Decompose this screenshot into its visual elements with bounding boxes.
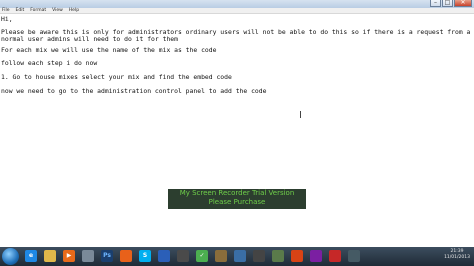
text-cursor [300, 111, 303, 118]
text-line: For each mix we will use the name of the… [1, 46, 217, 54]
text-line: 1. Go to house mixes select your mix and… [1, 73, 232, 81]
start-button[interactable] [2, 248, 19, 265]
app-icon-7[interactable] [348, 250, 360, 262]
watermark-line-1: My Screen Recorder Trial Version [179, 189, 295, 197]
minimize-button[interactable]: – [430, 0, 441, 7]
taskbar: e ▶ Ps S ✓ 21:39 11/01/2013 [0, 247, 474, 266]
chrome-icon[interactable] [291, 250, 303, 262]
system-clock[interactable]: 21:39 11/01/2013 [444, 249, 470, 261]
photoshop-icon[interactable]: Ps [101, 250, 113, 262]
bluetooth-icon[interactable] [158, 250, 170, 262]
menu-view[interactable]: View [52, 8, 63, 14]
unknown-app-icon[interactable] [82, 250, 94, 262]
watermark: My Screen Recorder Trial Version Please … [168, 189, 306, 209]
menu-file[interactable]: File [2, 8, 10, 14]
app-icon-3[interactable] [234, 250, 246, 262]
window-controls: – □ ✕ [430, 0, 472, 8]
watermark-line-2: Please Purchase [208, 198, 266, 206]
app-icon-2[interactable] [215, 250, 227, 262]
menu-bar: File Edit Format View Help [0, 8, 474, 14]
app-icon-5[interactable] [272, 250, 284, 262]
menu-edit[interactable]: Edit [16, 8, 25, 14]
app-icon[interactable] [177, 250, 189, 262]
media-player-icon[interactable]: ▶ [63, 250, 75, 262]
text-line: Hi, [1, 15, 13, 23]
text-line: now we need to go to the administration … [1, 87, 267, 95]
ie-icon[interactable]: e [25, 250, 37, 262]
maximize-button[interactable]: □ [442, 0, 453, 7]
torrent-icon[interactable]: ✓ [196, 250, 208, 262]
app-icon-4[interactable] [253, 250, 265, 262]
skype-icon[interactable]: S [139, 250, 151, 262]
menu-format[interactable]: Format [30, 8, 46, 14]
text-line: follow each step i do now [1, 59, 98, 67]
text-line: normal user admins will need to do it fo… [1, 35, 178, 43]
clock-date: 11/01/2013 [444, 255, 470, 260]
firefox-icon[interactable] [120, 250, 132, 262]
app-icon-6[interactable] [310, 250, 322, 262]
menu-help[interactable]: Help [69, 8, 79, 14]
close-button[interactable]: ✕ [454, 0, 472, 7]
explorer-icon[interactable] [44, 250, 56, 262]
media-icon[interactable] [329, 250, 341, 262]
